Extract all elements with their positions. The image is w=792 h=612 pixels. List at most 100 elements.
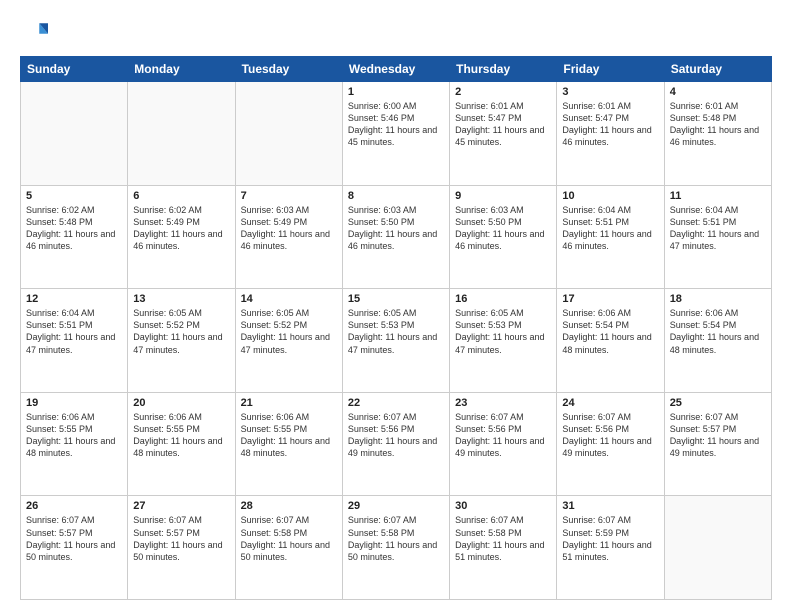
- day-info: Sunrise: 6:07 AMSunset: 5:58 PMDaylight:…: [348, 514, 444, 563]
- day-info: Sunrise: 6:06 AMSunset: 5:54 PMDaylight:…: [562, 307, 658, 356]
- day-number: 12: [26, 293, 122, 305]
- calendar-cell: 3 Sunrise: 6:01 AMSunset: 5:47 PMDaylight…: [557, 82, 664, 186]
- day-info: Sunrise: 6:07 AMSunset: 5:59 PMDaylight:…: [562, 514, 658, 563]
- calendar-week-row: 1 Sunrise: 6:00 AMSunset: 5:46 PMDaylight…: [21, 82, 772, 186]
- calendar-cell: 25Sunrise: 6:07 AMSunset: 5:57 PMDayligh…: [664, 392, 771, 496]
- day-info: Sunrise: 6:03 AMSunset: 5:49 PMDaylight:…: [241, 204, 337, 253]
- day-number: 20: [133, 397, 229, 409]
- calendar-cell: 17 Sunrise: 6:06 AMSunset: 5:54 PMDayligh…: [557, 289, 664, 393]
- day-info: Sunrise: 6:04 AMSunset: 5:51 PMDaylight:…: [26, 307, 122, 356]
- calendar-cell: [21, 82, 128, 186]
- day-number: 23: [455, 397, 551, 409]
- calendar-cell: 10Sunrise: 6:04 AMSunset: 5:51 PMDayligh…: [557, 185, 664, 289]
- day-number: 30: [455, 500, 551, 512]
- day-number: 11: [670, 190, 766, 202]
- day-info: Sunrise: 6:02 AMSunset: 5:49 PMDaylight:…: [133, 204, 229, 253]
- calendar-cell: 2 Sunrise: 6:01 AMSunset: 5:47 PMDaylight…: [450, 82, 557, 186]
- page: SundayMondayTuesdayWednesdayThursdayFrid…: [0, 0, 792, 612]
- calendar-cell: [128, 82, 235, 186]
- calendar-cell: 11 Sunrise: 6:04 AMSunset: 5:51 PMDayligh…: [664, 185, 771, 289]
- calendar-cell: 4 Sunrise: 6:01 AMSunset: 5:48 PMDaylight…: [664, 82, 771, 186]
- day-info: Sunrise: 6:01 AMSunset: 5:47 PMDaylight:…: [562, 100, 658, 149]
- day-number: 4: [670, 86, 766, 98]
- day-info: Sunrise: 6:03 AMSunset: 5:50 PMDaylight:…: [455, 204, 551, 253]
- day-info: Sunrise: 6:05 AMSunset: 5:53 PMDaylight:…: [455, 307, 551, 356]
- day-info: Sunrise: 6:07 AMSunset: 5:57 PMDaylight:…: [133, 514, 229, 563]
- calendar-cell: 5 Sunrise: 6:02 AMSunset: 5:48 PMDaylight…: [21, 185, 128, 289]
- day-info: Sunrise: 6:07 AMSunset: 5:56 PMDaylight:…: [348, 411, 444, 460]
- calendar-cell: 27 Sunrise: 6:07 AMSunset: 5:57 PMDayligh…: [128, 496, 235, 600]
- day-number: 14: [241, 293, 337, 305]
- weekday-header-row: SundayMondayTuesdayWednesdayThursdayFrid…: [21, 57, 772, 82]
- day-info: Sunrise: 6:01 AMSunset: 5:48 PMDaylight:…: [670, 100, 766, 149]
- day-number: 27: [133, 500, 229, 512]
- day-info: Sunrise: 6:04 AMSunset: 5:51 PMDaylight:…: [670, 204, 766, 253]
- day-info: Sunrise: 6:05 AMSunset: 5:52 PMDaylight:…: [133, 307, 229, 356]
- logo-icon: [20, 18, 48, 46]
- calendar-cell: 8 Sunrise: 6:03 AMSunset: 5:50 PMDaylight…: [342, 185, 449, 289]
- day-info: Sunrise: 6:07 AMSunset: 5:56 PMDaylight:…: [562, 411, 658, 460]
- logo: [20, 18, 52, 46]
- day-info: Sunrise: 6:05 AMSunset: 5:52 PMDaylight:…: [241, 307, 337, 356]
- calendar-cell: 23Sunrise: 6:07 AMSunset: 5:56 PMDayligh…: [450, 392, 557, 496]
- day-info: Sunrise: 6:00 AMSunset: 5:46 PMDaylight:…: [348, 100, 444, 149]
- calendar-cell: [235, 82, 342, 186]
- day-info: Sunrise: 6:04 AMSunset: 5:51 PMDaylight:…: [562, 204, 658, 253]
- calendar-cell: 13Sunrise: 6:05 AMSunset: 5:52 PMDayligh…: [128, 289, 235, 393]
- day-number: 24: [562, 397, 658, 409]
- day-number: 7: [241, 190, 337, 202]
- calendar-week-row: 5 Sunrise: 6:02 AMSunset: 5:48 PMDaylight…: [21, 185, 772, 289]
- calendar-cell: 24 Sunrise: 6:07 AMSunset: 5:56 PMDayligh…: [557, 392, 664, 496]
- day-number: 16: [455, 293, 551, 305]
- calendar-cell: 28 Sunrise: 6:07 AMSunset: 5:58 PMDayligh…: [235, 496, 342, 600]
- calendar-cell: 19 Sunrise: 6:06 AMSunset: 5:55 PMDayligh…: [21, 392, 128, 496]
- calendar-cell: 30Sunrise: 6:07 AMSunset: 5:58 PMDayligh…: [450, 496, 557, 600]
- calendar-cell: 21Sunrise: 6:06 AMSunset: 5:55 PMDayligh…: [235, 392, 342, 496]
- day-info: Sunrise: 6:06 AMSunset: 5:55 PMDaylight:…: [26, 411, 122, 460]
- day-info: Sunrise: 6:07 AMSunset: 5:57 PMDaylight:…: [26, 514, 122, 563]
- day-info: Sunrise: 6:05 AMSunset: 5:53 PMDaylight:…: [348, 307, 444, 356]
- day-number: 3: [562, 86, 658, 98]
- day-info: Sunrise: 6:01 AMSunset: 5:47 PMDaylight:…: [455, 100, 551, 149]
- day-number: 18: [670, 293, 766, 305]
- day-number: 28: [241, 500, 337, 512]
- day-number: 15: [348, 293, 444, 305]
- calendar-week-row: 19 Sunrise: 6:06 AMSunset: 5:55 PMDayligh…: [21, 392, 772, 496]
- weekday-header-friday: Friday: [557, 57, 664, 82]
- calendar-week-row: 26 Sunrise: 6:07 AMSunset: 5:57 PMDayligh…: [21, 496, 772, 600]
- weekday-header-thursday: Thursday: [450, 57, 557, 82]
- weekday-header-saturday: Saturday: [664, 57, 771, 82]
- calendar-cell: 15 Sunrise: 6:05 AMSunset: 5:53 PMDayligh…: [342, 289, 449, 393]
- day-number: 1: [348, 86, 444, 98]
- day-info: Sunrise: 6:06 AMSunset: 5:55 PMDaylight:…: [133, 411, 229, 460]
- weekday-header-tuesday: Tuesday: [235, 57, 342, 82]
- day-info: Sunrise: 6:06 AMSunset: 5:55 PMDaylight:…: [241, 411, 337, 460]
- day-number: 6: [133, 190, 229, 202]
- day-number: 26: [26, 500, 122, 512]
- weekday-header-wednesday: Wednesday: [342, 57, 449, 82]
- weekday-header-monday: Monday: [128, 57, 235, 82]
- day-number: 17: [562, 293, 658, 305]
- day-number: 2: [455, 86, 551, 98]
- day-number: 31: [562, 500, 658, 512]
- day-number: 25: [670, 397, 766, 409]
- calendar-cell: 1 Sunrise: 6:00 AMSunset: 5:46 PMDaylight…: [342, 82, 449, 186]
- calendar-cell: 12 Sunrise: 6:04 AMSunset: 5:51 PMDayligh…: [21, 289, 128, 393]
- calendar-cell: [664, 496, 771, 600]
- day-number: 29: [348, 500, 444, 512]
- day-info: Sunrise: 6:03 AMSunset: 5:50 PMDaylight:…: [348, 204, 444, 253]
- calendar-cell: 7 Sunrise: 6:03 AMSunset: 5:49 PMDaylight…: [235, 185, 342, 289]
- header: [20, 18, 772, 46]
- calendar-cell: 29 Sunrise: 6:07 AMSunset: 5:58 PMDayligh…: [342, 496, 449, 600]
- day-number: 8: [348, 190, 444, 202]
- calendar-week-row: 12 Sunrise: 6:04 AMSunset: 5:51 PMDayligh…: [21, 289, 772, 393]
- calendar-cell: 20 Sunrise: 6:06 AMSunset: 5:55 PMDayligh…: [128, 392, 235, 496]
- day-number: 9: [455, 190, 551, 202]
- day-info: Sunrise: 6:02 AMSunset: 5:48 PMDaylight:…: [26, 204, 122, 253]
- day-info: Sunrise: 6:07 AMSunset: 5:58 PMDaylight:…: [241, 514, 337, 563]
- day-number: 5: [26, 190, 122, 202]
- calendar-cell: 22Sunrise: 6:07 AMSunset: 5:56 PMDayligh…: [342, 392, 449, 496]
- day-info: Sunrise: 6:06 AMSunset: 5:54 PMDaylight:…: [670, 307, 766, 356]
- day-number: 19: [26, 397, 122, 409]
- calendar-cell: 31 Sunrise: 6:07 AMSunset: 5:59 PMDayligh…: [557, 496, 664, 600]
